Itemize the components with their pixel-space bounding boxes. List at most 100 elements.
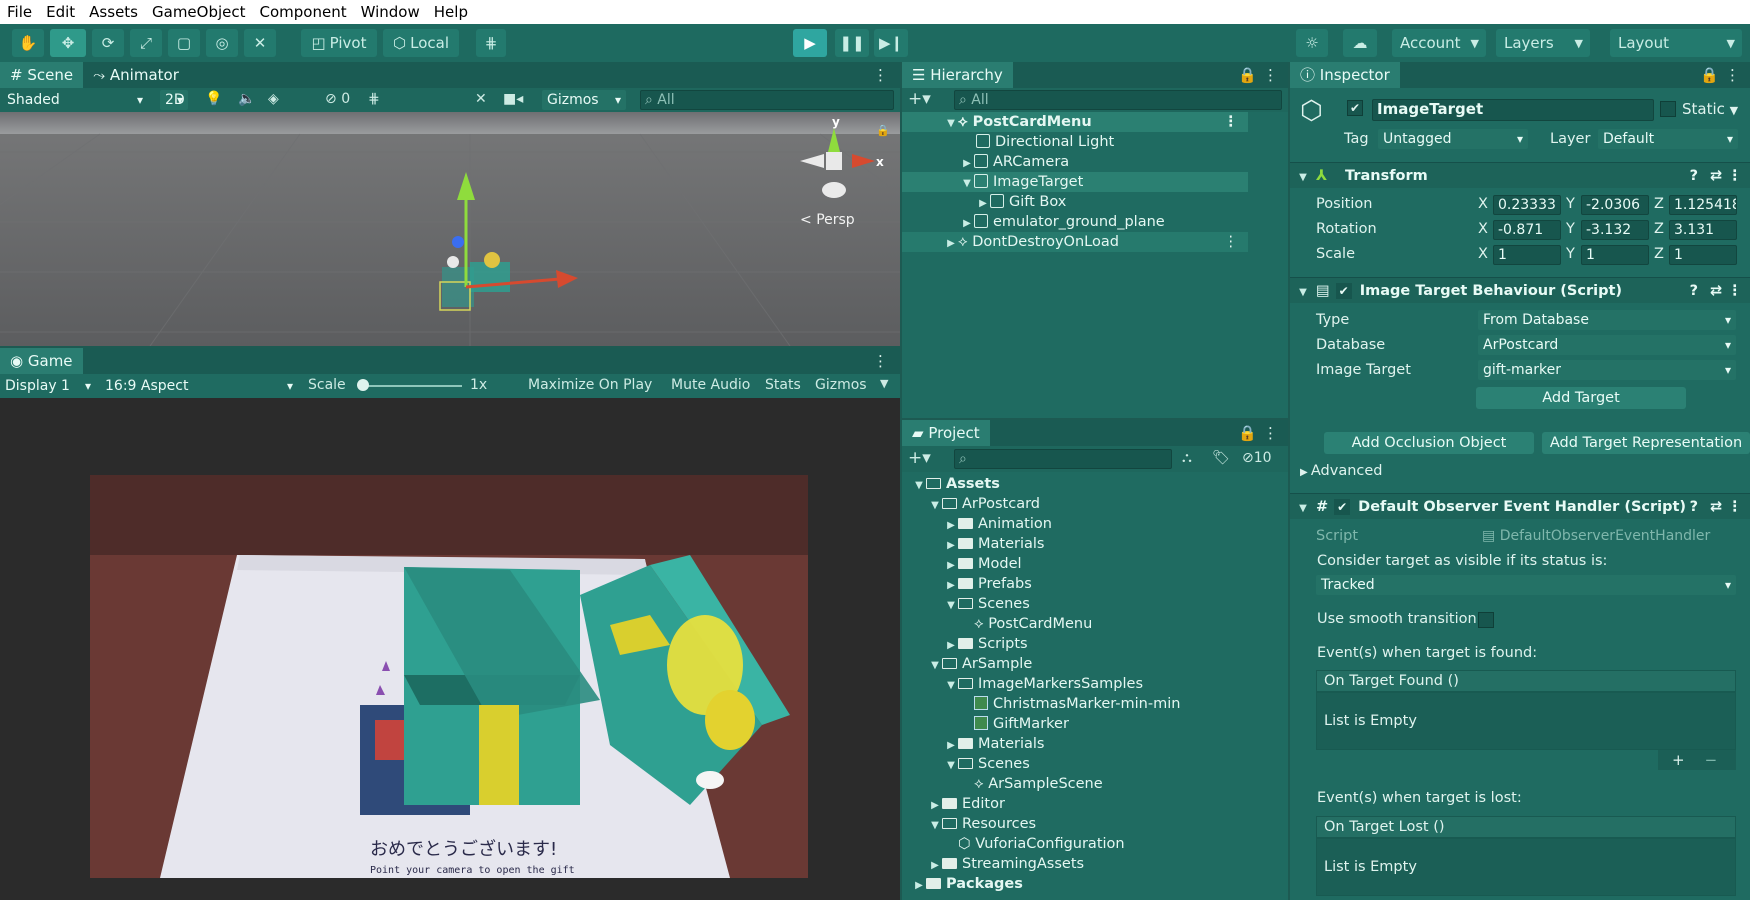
axis-z-label[interactable]: Z [1654, 196, 1664, 212]
kebab-menu-icon[interactable]: ⋮ [873, 352, 900, 370]
add-target-button[interactable]: Add Target [1476, 387, 1686, 409]
image-target-dropdown[interactable]: gift-marker [1478, 360, 1736, 380]
scale-tool-button[interactable]: ⤢ [130, 29, 162, 57]
lock-icon[interactable]: 🔒 [1700, 66, 1725, 84]
kebab-menu-icon[interactable]: ⋮ [1224, 232, 1239, 252]
local-toggle[interactable]: ⬡ Local [383, 29, 459, 57]
lock-icon[interactable]: 🔒 [1238, 424, 1263, 442]
hand-tool-button[interactable]: ✋ [12, 29, 44, 57]
project-item[interactable]: ▶ StreamingAssets [902, 854, 1084, 874]
hierarchy-item-directional-light[interactable]: Directional Light [902, 132, 1248, 152]
database-dropdown[interactable]: ArPostcard [1478, 335, 1736, 355]
enabled-checkbox[interactable]: ✔ [1335, 283, 1352, 299]
project-item[interactable]: ⬡ VuforiaConfiguration [902, 834, 1125, 854]
project-search-input[interactable]: ⌕ [954, 449, 1172, 469]
menu-help[interactable]: Help [427, 0, 475, 24]
project-item[interactable]: ▼ ArSample [902, 654, 1032, 674]
play-button[interactable]: ▶ [793, 29, 827, 57]
layout-dropdown[interactable]: Layout ▼ [1610, 29, 1742, 57]
menu-edit[interactable]: Edit [39, 0, 82, 24]
preset-icon[interactable]: ⇄ [1710, 163, 1722, 189]
project-item[interactable]: ▼ Resources [902, 814, 1036, 834]
hierarchy-item-imagetarget[interactable]: ▼ ImageTarget [902, 172, 1248, 192]
add-occlusion-button[interactable]: Add Occlusion Object [1324, 432, 1534, 454]
hierarchy-item-emulator-ground-plane[interactable]: ▶ emulator_ground_plane [902, 212, 1248, 232]
kebab-menu-icon[interactable]: ⋮ [1728, 163, 1743, 189]
axis-y-label[interactable]: Y [1566, 246, 1575, 262]
search-by-label-icon[interactable]: 🏷 [1212, 450, 1230, 466]
menu-component[interactable]: Component [253, 0, 354, 24]
rotation-y-field[interactable]: -3.132 [1581, 220, 1649, 240]
chevron-down-icon[interactable]: ▼ [944, 596, 958, 616]
smooth-transition-checkbox[interactable] [1478, 612, 1494, 628]
object-name-field[interactable]: ImageTarget [1372, 99, 1654, 121]
axis-y-label[interactable]: Y [1566, 221, 1575, 237]
account-dropdown[interactable]: Account ▼ [1392, 29, 1486, 57]
image-target-behaviour-header[interactable]: ▼ ▤ ✔ Image Target Behaviour (Script) ? ⇄ ⋮ [1290, 277, 1750, 303]
kebab-menu-icon[interactable]: ⋮ [873, 66, 900, 84]
services-button[interactable]: ☼ [1296, 29, 1328, 57]
tools-icon[interactable]: ✕ [475, 91, 487, 107]
transform-tool-button[interactable]: ◎ [206, 29, 238, 57]
observer-handler-header[interactable]: ▼ # ✔ Default Observer Event Handler (Scrip… [1290, 493, 1750, 519]
help-icon[interactable]: ? [1690, 494, 1698, 520]
preset-icon[interactable]: ⇄ [1710, 278, 1722, 304]
preset-icon[interactable]: ⇄ [1710, 494, 1722, 520]
chevron-right-icon[interactable]: ▶ [912, 876, 926, 896]
kebab-menu-icon[interactable]: ⋮ [1728, 494, 1743, 520]
scale-z-field[interactable]: 1 [1669, 245, 1737, 265]
type-dropdown[interactable]: From Database [1478, 310, 1736, 330]
position-y-field[interactable]: -2.0306 [1581, 195, 1649, 215]
scale-y-field[interactable]: 1 [1581, 245, 1649, 265]
game-gizmos-toggle[interactable]: Gizmos [815, 377, 867, 393]
rotate-tool-button[interactable]: ⟳ [92, 29, 124, 57]
chevron-down-icon[interactable]: ▼ [912, 476, 926, 496]
persp-toggle[interactable]: < Persp [800, 212, 855, 228]
rotation-x-field[interactable]: -0.871 [1493, 220, 1561, 240]
axis-x-label[interactable]: X [1478, 196, 1488, 212]
project-item[interactable]: ▶ Prefabs [902, 574, 1032, 594]
search-by-type-icon[interactable]: ⛬ [1182, 450, 1192, 466]
axis-z-label[interactable]: Z [1654, 246, 1664, 262]
layers-dropdown[interactable]: Layers ▼ [1496, 29, 1590, 57]
gizmos-dropdown[interactable]: Gizmos [542, 90, 626, 110]
status-dropdown[interactable]: Tracked [1316, 575, 1736, 595]
active-checkbox[interactable]: ✔ [1347, 100, 1363, 116]
aspect-dropdown[interactable]: 16:9 Aspect [100, 376, 298, 396]
hierarchy-item-gift-box[interactable]: ▶ Gift Box [902, 192, 1248, 212]
axis-y-label[interactable]: Y [1566, 196, 1575, 212]
mute-audio-toggle[interactable]: Mute Audio [671, 377, 750, 393]
axis-x-label[interactable]: X [1478, 221, 1488, 237]
hierarchy-item-dontdestroyonload[interactable]: ▶ ⟡ DontDestroyOnLoad ⋮ [902, 232, 1248, 252]
hidden-packages-icon[interactable]: ⊘10 [1242, 450, 1272, 466]
chevron-right-icon[interactable]: ▶ [928, 796, 942, 816]
add-button[interactable]: +▾ [908, 89, 931, 109]
enabled-checkbox[interactable]: ✔ [1334, 499, 1351, 515]
lock-icon[interactable]: 🔒 [876, 124, 890, 137]
stats-toggle[interactable]: Stats [765, 377, 801, 393]
game-view[interactable]: おめでとうございます! Point your camera to open th… [90, 475, 808, 878]
pause-button[interactable]: ❚❚ [835, 29, 869, 57]
pivot-toggle[interactable]: ◰ Pivot [301, 29, 377, 57]
chevron-right-icon[interactable]: ▶ [944, 536, 958, 556]
hierarchy-item-postcardmenu[interactable]: ▼ ⟡ PostCardMenu ⋮ [902, 112, 1248, 132]
kebab-menu-icon[interactable]: ⋮ [1263, 424, 1288, 442]
step-button[interactable]: ▶❙ [874, 29, 908, 57]
layer-dropdown[interactable]: Default [1598, 129, 1738, 149]
project-item[interactable]: ⟡ ArSampleScene [902, 774, 1103, 794]
chevron-down-icon[interactable]: ▼ [944, 676, 958, 696]
maximize-on-play-toggle[interactable]: Maximize On Play [528, 377, 652, 393]
grid-snap-button[interactable]: ⋕ [476, 29, 506, 57]
kebab-menu-icon[interactable]: ⋮ [1728, 278, 1743, 304]
project-item[interactable]: ▶ Materials [902, 734, 1044, 754]
chevron-right-icon[interactable]: ▶ [944, 576, 958, 596]
remove-event-button[interactable]: − [1705, 751, 1718, 769]
chevron-right-icon[interactable]: ▶ [944, 556, 958, 576]
rotation-z-field[interactable]: 3.131 [1669, 220, 1737, 240]
rect-tool-button[interactable]: ▢ [168, 29, 200, 57]
project-item[interactable]: ▼ ArPostcard [902, 494, 1040, 514]
help-icon[interactable]: ? [1690, 278, 1698, 304]
add-event-button[interactable]: + [1672, 751, 1685, 769]
audio-icon[interactable]: 🔈 [238, 91, 255, 107]
chevron-right-icon[interactable]: ▶ [928, 856, 942, 876]
